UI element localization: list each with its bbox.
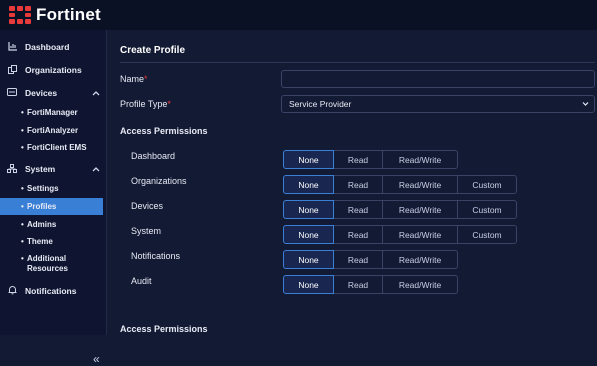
option-read-write[interactable]: Read/Write — [383, 250, 458, 269]
option-read-write[interactable]: Read/Write — [383, 200, 458, 219]
bullet-icon: • — [21, 220, 24, 229]
option-read[interactable]: Read — [334, 200, 383, 219]
option-none[interactable]: None — [283, 200, 334, 219]
sidebar-subitem-label: Theme — [27, 237, 53, 246]
permission-toggle-system: None Read Read/Write Custom — [283, 225, 517, 244]
permission-toggle-notifications: None Read Read/Write — [283, 250, 458, 269]
access-permissions-heading: Access Permissions — [120, 126, 208, 136]
bullet-icon: • — [21, 237, 24, 246]
option-read[interactable]: Read — [334, 250, 383, 269]
bullet-icon: • — [21, 143, 24, 152]
option-read[interactable]: Read — [334, 175, 383, 194]
sidebar-item-label: Dashboard — [25, 42, 70, 52]
page-title: Create Profile — [120, 45, 186, 56]
sidebar-item-label: Notifications — [25, 286, 77, 296]
chevron-down-icon — [582, 96, 589, 118]
option-none[interactable]: None — [283, 275, 334, 294]
bell-icon — [5, 285, 19, 297]
bullet-icon: • — [21, 126, 24, 135]
sidebar-subitem-label: Admins — [27, 220, 57, 229]
name-field[interactable] — [281, 70, 595, 88]
permission-toggle-dashboard: None Read Read/Write — [283, 150, 458, 169]
option-read[interactable]: Read — [334, 275, 383, 294]
sidebar-item-label: Organizations — [25, 65, 82, 75]
permission-toggle-audit: None Read Read/Write — [283, 275, 458, 294]
sidebar-subitem-profiles[interactable]: • Profiles — [0, 198, 103, 215]
fortinet-logo[interactable]: Fortinet — [9, 5, 101, 25]
option-read-write[interactable]: Read/Write — [383, 225, 458, 244]
sidebar-subitem-label: FortiAnalyzer — [27, 126, 79, 135]
sidebar: Dashboard Organizations Devices • FortiM… — [0, 30, 107, 366]
sidebar-subitem-fortimanager[interactable]: • FortiManager — [0, 108, 103, 118]
main-content: Create Profile Name* Profile Type* Servi… — [108, 30, 597, 335]
option-none[interactable]: None — [283, 175, 334, 194]
option-read-write[interactable]: Read/Write — [383, 175, 458, 194]
required-mark: * — [167, 99, 171, 109]
option-none[interactable]: None — [283, 225, 334, 244]
option-read-write[interactable]: Read/Write — [383, 275, 458, 294]
divider — [120, 62, 595, 63]
option-custom[interactable]: Custom — [458, 200, 517, 219]
sidebar-item-label: System — [25, 164, 56, 174]
sidebar-subitem-additional-resources[interactable]: • Additional Resources — [0, 254, 80, 276]
option-custom[interactable]: Custom — [458, 175, 517, 194]
option-read[interactable]: Read — [334, 150, 383, 169]
sidebar-item-system[interactable]: System — [0, 162, 106, 176]
permission-label: Devices — [131, 201, 164, 211]
bullet-icon: • — [21, 202, 24, 211]
sidebar-subitem-settings[interactable]: • Settings — [0, 184, 103, 194]
organizations-icon — [5, 64, 19, 76]
sidebar-item-organizations[interactable]: Organizations — [0, 63, 106, 77]
profile-type-label: Profile Type* — [120, 99, 171, 109]
option-none[interactable]: None — [283, 250, 334, 269]
permission-toggle-organizations: None Read Read/Write Custom — [283, 175, 517, 194]
permission-label: System — [131, 226, 162, 236]
sidebar-subitem-label: FortiManager — [27, 108, 78, 117]
access-permissions-heading-2: Access Permissions — [120, 324, 208, 334]
permission-label: Organizations — [131, 176, 187, 186]
sidebar-subitem-fortianalyzer[interactable]: • FortiAnalyzer — [0, 126, 103, 136]
system-icon — [5, 163, 19, 175]
sidebar-subitem-label: Settings — [27, 184, 59, 193]
top-bar: Fortinet — [0, 0, 597, 30]
sidebar-item-label: Devices — [25, 88, 58, 98]
name-label: Name* — [120, 74, 148, 84]
chart-icon — [5, 41, 19, 53]
brand-name: Fortinet — [36, 5, 101, 24]
fortinet-logo-icon — [9, 6, 31, 24]
sidebar-item-notifications[interactable]: Notifications — [0, 284, 106, 298]
permission-label: Dashboard — [131, 151, 176, 161]
profile-type-select[interactable]: Service Provider — [281, 95, 595, 113]
option-none[interactable]: None — [283, 150, 334, 169]
bullet-icon: • — [21, 184, 24, 193]
devices-icon — [5, 88, 19, 98]
bullet-icon: • — [21, 108, 24, 117]
sidebar-subitem-admins[interactable]: • Admins — [0, 220, 103, 230]
sidebar-subitem-label: FortiClient EMS — [27, 143, 87, 152]
permission-label: Audit — [131, 276, 152, 286]
option-custom[interactable]: Custom — [458, 225, 517, 244]
sidebar-subitem-forticlient-ems[interactable]: • FortiClient EMS — [0, 143, 103, 153]
bullet-icon: • — [21, 254, 24, 263]
option-read-write[interactable]: Read/Write — [383, 150, 458, 169]
chevron-up-icon[interactable] — [92, 88, 100, 98]
option-read[interactable]: Read — [334, 225, 383, 244]
sidebar-subitem-theme[interactable]: • Theme — [0, 237, 103, 247]
sidebar-subitem-label: Additional Resources — [27, 254, 68, 273]
required-mark: * — [144, 74, 148, 84]
permission-toggle-devices: None Read Read/Write Custom — [283, 200, 517, 219]
sidebar-item-dashboard[interactable]: Dashboard — [0, 40, 106, 54]
chevron-up-icon[interactable] — [92, 164, 100, 174]
sidebar-subitem-label: Profiles — [27, 202, 57, 211]
collapse-sidebar-icon[interactable]: « — [93, 352, 100, 366]
sidebar-item-devices[interactable]: Devices — [0, 86, 106, 100]
permission-label: Notifications — [131, 251, 181, 261]
